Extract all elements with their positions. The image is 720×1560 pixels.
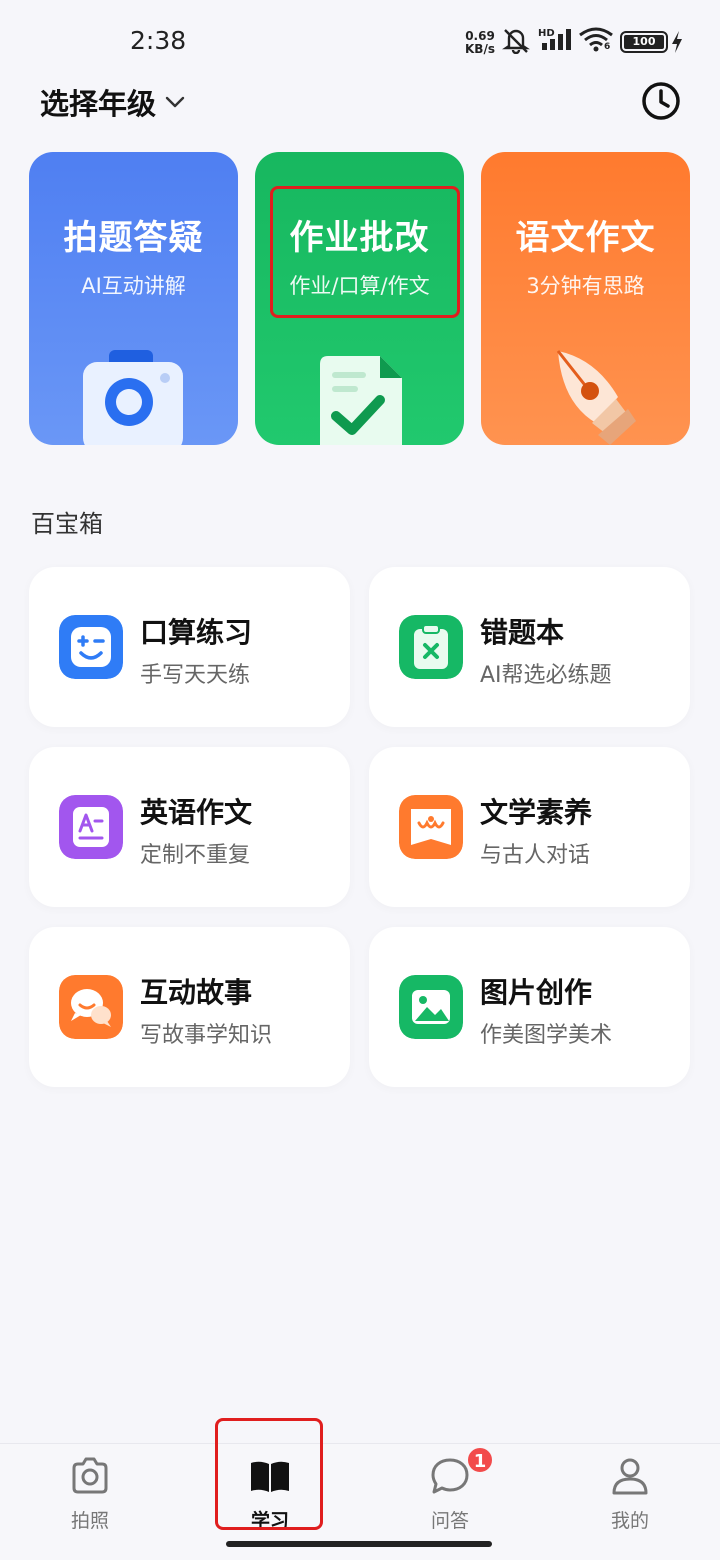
tool-english-essay[interactable]: 英语作文 定制不重复 (29, 747, 350, 907)
tool-literature[interactable]: 文学素养 与古人对话 (369, 747, 690, 907)
toolbox-title: 百宝箱 (31, 510, 103, 538)
math-face-icon (59, 615, 123, 679)
nav-item-me[interactable]: 我的 (540, 1444, 720, 1544)
tool-name: 互动故事 (140, 976, 253, 1009)
document-check-icon (319, 356, 402, 445)
net-speed-unit: KB/s (465, 42, 495, 56)
nav-label: 拍照 (70, 1510, 109, 1532)
feature-card-subtitle: AI互动讲解 (81, 274, 186, 298)
tool-desc: 定制不重复 (140, 843, 251, 868)
tool-image-creation[interactable]: 图片创作 作美图学美术 (369, 927, 690, 1087)
chevron-down-icon (165, 96, 185, 108)
tool-oral-math[interactable]: 口算练习 手写天天练 (29, 567, 350, 727)
tool-name: 文学素养 (480, 796, 593, 829)
status-time: 2:38 (130, 26, 187, 55)
chat-bubbles-icon (59, 975, 123, 1039)
camera-outline-icon (72, 1457, 108, 1494)
camera-icon (82, 350, 183, 445)
book-scroll-icon (399, 795, 463, 859)
nav-label: 问答 (430, 1510, 469, 1532)
feature-card-chinese-essay[interactable]: 语文作文 3分钟有思路 (481, 152, 690, 445)
clock-icon[interactable] (640, 80, 682, 122)
wifi-label: 6 (604, 42, 611, 52)
tool-desc: 手写天天练 (140, 663, 251, 688)
tool-interactive-story[interactable]: 互动故事 写故事学知识 (29, 927, 350, 1087)
grade-selector-label: 选择年级 (40, 87, 157, 121)
nav-item-qa[interactable]: 1 问答 (360, 1444, 540, 1544)
tool-wrong-questions[interactable]: 错题本 AI帮选必练题 (369, 567, 690, 727)
image-icon (399, 975, 463, 1039)
charging-icon (672, 31, 682, 53)
feature-card-subtitle: 3分钟有思路 (526, 274, 645, 298)
feature-card-photo-qa[interactable]: 拍题答疑 AI互动讲解 (29, 152, 238, 445)
grade-selector[interactable]: 选择年级 (40, 82, 186, 122)
battery-icon: 100 (620, 31, 668, 53)
feature-card-title: 拍题答疑 (63, 218, 204, 258)
tool-desc: 写故事学知识 (140, 1023, 273, 1048)
tool-desc: 与古人对话 (480, 843, 591, 868)
signal-icon (542, 29, 571, 50)
highlight-box (215, 1418, 323, 1530)
tool-desc: 作美图学美术 (480, 1023, 613, 1048)
tool-name: 错题本 (480, 616, 565, 649)
network-speed: 0.69 KB/s (465, 30, 495, 56)
mute-bell-icon (502, 29, 530, 54)
feature-card-title: 语文作文 (515, 218, 656, 258)
battery-level: 100 (624, 35, 664, 49)
highlight-box (270, 186, 460, 318)
clipboard-x-icon (399, 615, 463, 679)
nav-item-photo[interactable]: 拍照 (0, 1444, 180, 1544)
tool-name: 图片创作 (480, 976, 593, 1009)
tool-name: 口算练习 (140, 616, 253, 649)
home-indicator[interactable] (226, 1541, 492, 1547)
status-bar: 2:38 0.69 KB/s HD 6 100 (0, 0, 720, 80)
notification-badge: 1 (466, 1446, 494, 1474)
person-outline-icon (612, 1458, 648, 1495)
tool-name: 英语作文 (140, 796, 253, 829)
tool-desc: AI帮选必练题 (480, 663, 612, 688)
pen-nib-icon (556, 350, 636, 445)
english-doc-icon (59, 795, 123, 859)
nav-label: 我的 (610, 1510, 649, 1532)
